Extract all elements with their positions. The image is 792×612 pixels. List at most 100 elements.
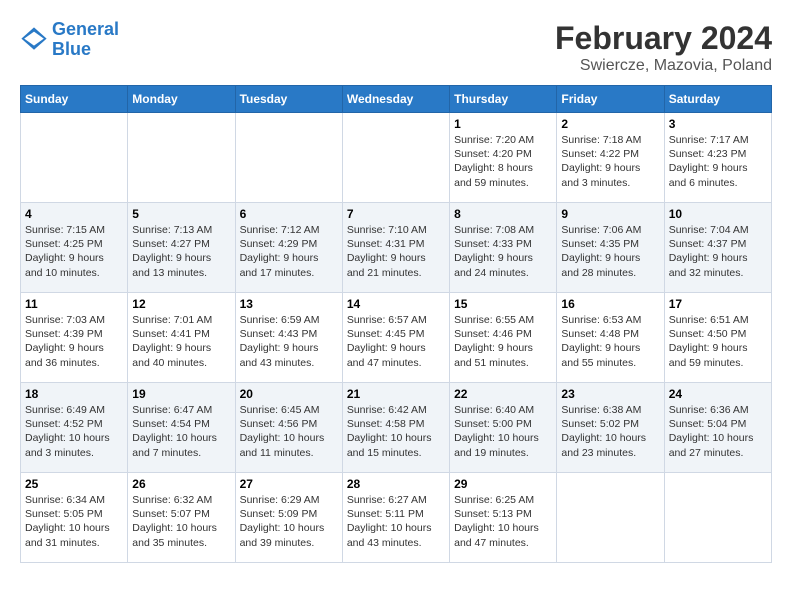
day-info: Sunrise: 6:59 AMSunset: 4:43 PMDaylight:… bbox=[240, 313, 338, 370]
day-info: Sunrise: 7:08 AMSunset: 4:33 PMDaylight:… bbox=[454, 223, 552, 280]
calendar-cell: 3Sunrise: 7:17 AMSunset: 4:23 PMDaylight… bbox=[664, 113, 771, 203]
calendar-cell: 17Sunrise: 6:51 AMSunset: 4:50 PMDayligh… bbox=[664, 293, 771, 383]
weekday-header-friday: Friday bbox=[557, 86, 664, 113]
logo-line2: Blue bbox=[52, 39, 91, 59]
day-number: 18 bbox=[25, 387, 123, 401]
day-number: 6 bbox=[240, 207, 338, 221]
day-number: 22 bbox=[454, 387, 552, 401]
calendar-cell: 12 Sunrise: 7:01 AMSunset: 4:41 PMDayligh… bbox=[128, 293, 235, 383]
day-info: Sunrise: 7:10 AMSunset: 4:31 PMDaylight:… bbox=[347, 223, 445, 280]
day-info: Sunrise: 6:27 AMSunset: 5:11 PMDaylight:… bbox=[347, 493, 445, 550]
calendar-cell: 20 Sunrise: 6:45 AMSunset: 4:56 PMDayligh… bbox=[235, 383, 342, 473]
logo-text: General Blue bbox=[52, 20, 119, 60]
calendar-cell: 24Sunrise: 6:36 AMSunset: 5:04 PMDayligh… bbox=[664, 383, 771, 473]
calendar-table: SundayMondayTuesdayWednesdayThursdayFrid… bbox=[20, 85, 772, 563]
calendar-cell: 8 Sunrise: 7:08 AMSunset: 4:33 PMDaylight… bbox=[450, 203, 557, 293]
calendar-cell bbox=[21, 113, 128, 203]
day-number: 5 bbox=[132, 207, 230, 221]
calendar-cell bbox=[235, 113, 342, 203]
logo-icon bbox=[20, 26, 48, 54]
calendar-cell: 18 Sunrise: 6:49 AMSunset: 4:52 PMDayligh… bbox=[21, 383, 128, 473]
day-number: 13 bbox=[240, 297, 338, 311]
calendar-cell: 7Sunrise: 7:10 AMSunset: 4:31 PMDaylight… bbox=[342, 203, 449, 293]
calendar-cell: 10 Sunrise: 7:04 AMSunset: 4:37 PMDayligh… bbox=[664, 203, 771, 293]
calendar-week-row: 1 Sunrise: 7:20 AMSunset: 4:20 PMDaylight… bbox=[21, 113, 772, 203]
weekday-header-sunday: Sunday bbox=[21, 86, 128, 113]
calendar-cell bbox=[128, 113, 235, 203]
day-info: Sunrise: 7:18 AMSunset: 4:22 PMDaylight:… bbox=[561, 133, 659, 190]
day-info: Sunrise: 6:42 AMSunset: 4:58 PMDaylight:… bbox=[347, 403, 445, 460]
calendar-cell: 6 Sunrise: 7:12 AMSunset: 4:29 PMDaylight… bbox=[235, 203, 342, 293]
day-number: 23 bbox=[561, 387, 659, 401]
day-info: Sunrise: 7:15 AMSunset: 4:25 PMDaylight:… bbox=[25, 223, 123, 280]
calendar-cell: 11Sunrise: 7:03 AMSunset: 4:39 PMDayligh… bbox=[21, 293, 128, 383]
day-number: 25 bbox=[25, 477, 123, 491]
calendar-cell: 22 Sunrise: 6:40 AMSunset: 5:00 PMDayligh… bbox=[450, 383, 557, 473]
title-block: February 2024 Swiercze, Mazovia, Poland bbox=[555, 20, 772, 75]
day-info: Sunrise: 6:29 AMSunset: 5:09 PMDaylight:… bbox=[240, 493, 338, 550]
calendar-cell: 4 Sunrise: 7:15 AMSunset: 4:25 PMDaylight… bbox=[21, 203, 128, 293]
day-number: 27 bbox=[240, 477, 338, 491]
calendar-body: 1 Sunrise: 7:20 AMSunset: 4:20 PMDaylight… bbox=[21, 113, 772, 563]
calendar-cell: 19 Sunrise: 6:47 AMSunset: 4:54 PMDayligh… bbox=[128, 383, 235, 473]
day-info: Sunrise: 6:49 AMSunset: 4:52 PMDaylight:… bbox=[25, 403, 123, 460]
calendar-cell: 2 Sunrise: 7:18 AMSunset: 4:22 PMDaylight… bbox=[557, 113, 664, 203]
day-info: Sunrise: 7:20 AMSunset: 4:20 PMDaylight:… bbox=[454, 133, 552, 190]
weekday-header-monday: Monday bbox=[128, 86, 235, 113]
calendar-cell: 1 Sunrise: 7:20 AMSunset: 4:20 PMDaylight… bbox=[450, 113, 557, 203]
day-info: Sunrise: 7:12 AMSunset: 4:29 PMDaylight:… bbox=[240, 223, 338, 280]
day-number: 14 bbox=[347, 297, 445, 311]
day-number: 16 bbox=[561, 297, 659, 311]
day-info: Sunrise: 6:25 AMSunset: 5:13 PMDaylight:… bbox=[454, 493, 552, 550]
day-number: 9 bbox=[561, 207, 659, 221]
calendar-cell: 9 Sunrise: 7:06 AMSunset: 4:35 PMDaylight… bbox=[557, 203, 664, 293]
day-number: 2 bbox=[561, 117, 659, 131]
day-number: 20 bbox=[240, 387, 338, 401]
day-number: 3 bbox=[669, 117, 767, 131]
weekday-header-row: SundayMondayTuesdayWednesdayThursdayFrid… bbox=[21, 86, 772, 113]
day-info: Sunrise: 7:01 AMSunset: 4:41 PMDaylight:… bbox=[132, 313, 230, 370]
day-number: 10 bbox=[669, 207, 767, 221]
calendar-cell bbox=[664, 473, 771, 563]
day-number: 12 bbox=[132, 297, 230, 311]
day-number: 4 bbox=[25, 207, 123, 221]
calendar-week-row: 18 Sunrise: 6:49 AMSunset: 4:52 PMDayligh… bbox=[21, 383, 772, 473]
calendar-week-row: 11Sunrise: 7:03 AMSunset: 4:39 PMDayligh… bbox=[21, 293, 772, 383]
day-number: 15 bbox=[454, 297, 552, 311]
calendar-cell: 5 Sunrise: 7:13 AMSunset: 4:27 PMDaylight… bbox=[128, 203, 235, 293]
logo: General Blue bbox=[20, 20, 119, 60]
weekday-header-saturday: Saturday bbox=[664, 86, 771, 113]
day-info: Sunrise: 6:34 AMSunset: 5:05 PMDaylight:… bbox=[25, 493, 123, 550]
day-number: 8 bbox=[454, 207, 552, 221]
day-info: Sunrise: 7:13 AMSunset: 4:27 PMDaylight:… bbox=[132, 223, 230, 280]
day-info: Sunrise: 6:36 AMSunset: 5:04 PMDaylight:… bbox=[669, 403, 767, 460]
calendar-cell: 14 Sunrise: 6:57 AMSunset: 4:45 PMDayligh… bbox=[342, 293, 449, 383]
calendar-cell: 25 Sunrise: 6:34 AMSunset: 5:05 PMDayligh… bbox=[21, 473, 128, 563]
day-info: Sunrise: 6:40 AMSunset: 5:00 PMDaylight:… bbox=[454, 403, 552, 460]
calendar-cell bbox=[557, 473, 664, 563]
weekday-header-thursday: Thursday bbox=[450, 86, 557, 113]
calendar-cell: 27 Sunrise: 6:29 AMSunset: 5:09 PMDayligh… bbox=[235, 473, 342, 563]
day-info: Sunrise: 7:06 AMSunset: 4:35 PMDaylight:… bbox=[561, 223, 659, 280]
calendar-cell: 21Sunrise: 6:42 AMSunset: 4:58 PMDayligh… bbox=[342, 383, 449, 473]
day-info: Sunrise: 7:04 AMSunset: 4:37 PMDaylight:… bbox=[669, 223, 767, 280]
calendar-cell: 26 Sunrise: 6:32 AMSunset: 5:07 PMDayligh… bbox=[128, 473, 235, 563]
page-header: General Blue February 2024 Swiercze, Maz… bbox=[20, 20, 772, 75]
day-info: Sunrise: 6:47 AMSunset: 4:54 PMDaylight:… bbox=[132, 403, 230, 460]
day-info: Sunrise: 6:57 AMSunset: 4:45 PMDaylight:… bbox=[347, 313, 445, 370]
day-number: 19 bbox=[132, 387, 230, 401]
weekday-header-wednesday: Wednesday bbox=[342, 86, 449, 113]
day-info: Sunrise: 6:38 AMSunset: 5:02 PMDaylight:… bbox=[561, 403, 659, 460]
day-number: 1 bbox=[454, 117, 552, 131]
calendar-cell: 16Sunrise: 6:53 AMSunset: 4:48 PMDayligh… bbox=[557, 293, 664, 383]
day-info: Sunrise: 7:03 AMSunset: 4:39 PMDaylight:… bbox=[25, 313, 123, 370]
day-number: 28 bbox=[347, 477, 445, 491]
weekday-header-tuesday: Tuesday bbox=[235, 86, 342, 113]
calendar-cell: 23 Sunrise: 6:38 AMSunset: 5:02 PMDayligh… bbox=[557, 383, 664, 473]
logo-line1: General bbox=[52, 19, 119, 39]
day-number: 26 bbox=[132, 477, 230, 491]
day-info: Sunrise: 6:45 AMSunset: 4:56 PMDaylight:… bbox=[240, 403, 338, 460]
day-info: Sunrise: 6:32 AMSunset: 5:07 PMDaylight:… bbox=[132, 493, 230, 550]
day-info: Sunrise: 6:51 AMSunset: 4:50 PMDaylight:… bbox=[669, 313, 767, 370]
calendar-week-row: 25 Sunrise: 6:34 AMSunset: 5:05 PMDayligh… bbox=[21, 473, 772, 563]
